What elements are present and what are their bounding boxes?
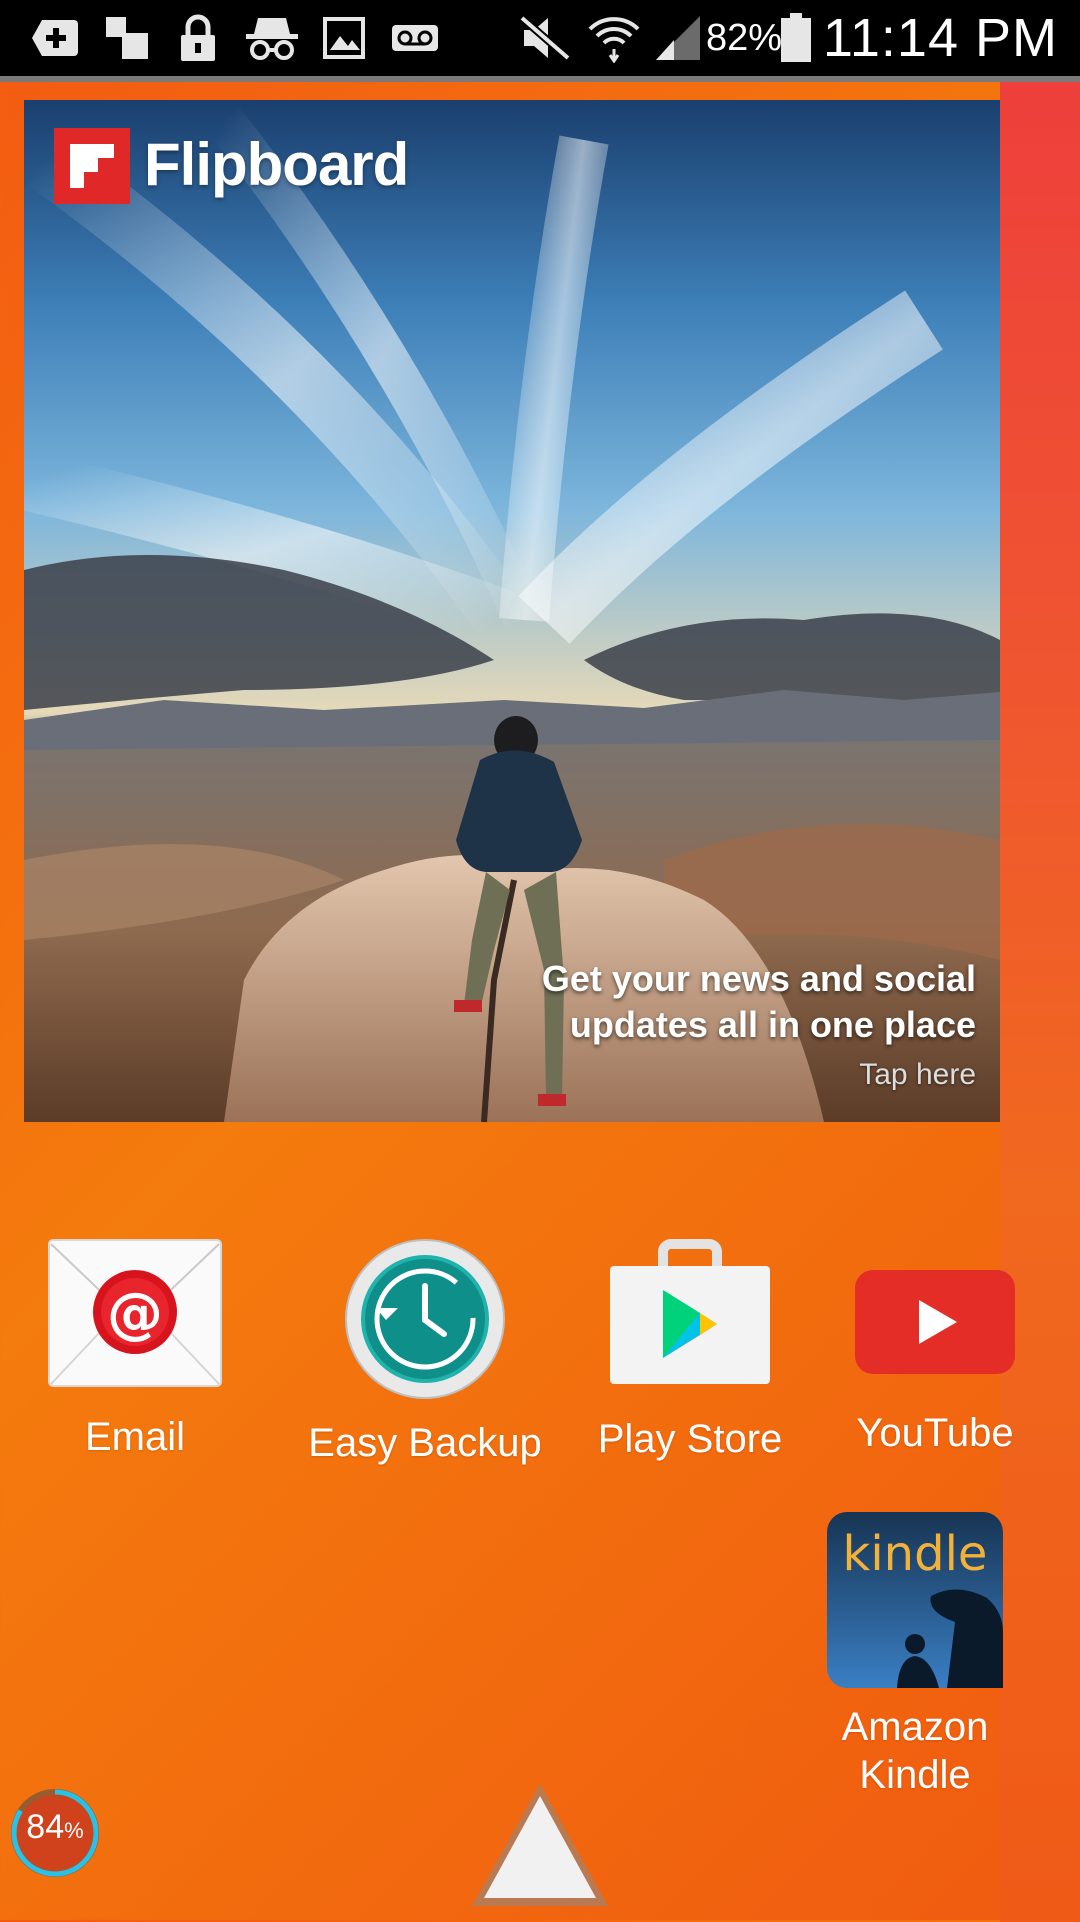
easy-backup-icon <box>345 1239 505 1399</box>
clock-time: 11:14 PM <box>822 8 1058 68</box>
tap-here-link[interactable]: Tap here <box>859 1058 976 1092</box>
email-icon: @ <box>48 1239 222 1387</box>
signal-icon <box>652 14 702 62</box>
youtube-icon <box>855 1270 1015 1374</box>
app-label: Play Store <box>597 1417 783 1461</box>
mute-icon <box>518 14 572 62</box>
flipboard-widget[interactable]: Flipboard Get your news and social updat… <box>24 100 1000 1122</box>
app-label: YouTube <box>856 1411 1014 1455</box>
app-amazon-kindle[interactable]: kindle Amazon Kindle <box>800 1512 1030 1799</box>
add-box-icon <box>28 14 82 62</box>
memory-percent: 84% <box>26 1808 84 1846</box>
wifi-icon <box>586 14 642 63</box>
app-label: Email <box>84 1415 186 1459</box>
svg-text:@: @ <box>107 1281 163 1346</box>
battery-icon <box>780 13 812 62</box>
app-play-store[interactable]: Play Store <box>580 1238 800 1463</box>
voicemail-icon <box>390 14 440 62</box>
flipboard-logo-icon <box>54 128 130 204</box>
wallpaper-top-edge <box>0 76 1080 82</box>
kindle-icon: kindle <box>827 1512 1003 1688</box>
flipboard-brand: Flipboard <box>144 131 409 198</box>
incognito-icon <box>244 14 300 62</box>
headline-line-1: Get your news and social <box>541 958 976 999</box>
svg-text:kindle: kindle <box>843 1526 988 1582</box>
app-label: Amazon Kindle <box>841 1705 989 1797</box>
app-easy-backup[interactable]: Easy Backup <box>290 1238 560 1467</box>
image-icon <box>322 14 366 62</box>
app-drawer-arrow-icon[interactable] <box>466 1778 614 1912</box>
headline-line-2: updates all in one place <box>569 1004 976 1045</box>
app-label: Easy Backup <box>308 1421 542 1465</box>
app-email[interactable]: @ Email <box>30 1238 240 1461</box>
status-bar: 82% 11:14 PM <box>0 0 1080 76</box>
battery-percent: 82% <box>706 17 783 59</box>
play-store-icon <box>610 1239 770 1384</box>
multi-window-icon <box>104 14 150 62</box>
app-youtube[interactable]: YouTube <box>820 1238 1050 1457</box>
memory-booster-widget[interactable]: 84% <box>8 1786 102 1880</box>
lock-icon <box>178 14 218 62</box>
flipboard-headline: Get your news and social updates all in … <box>336 956 976 1048</box>
